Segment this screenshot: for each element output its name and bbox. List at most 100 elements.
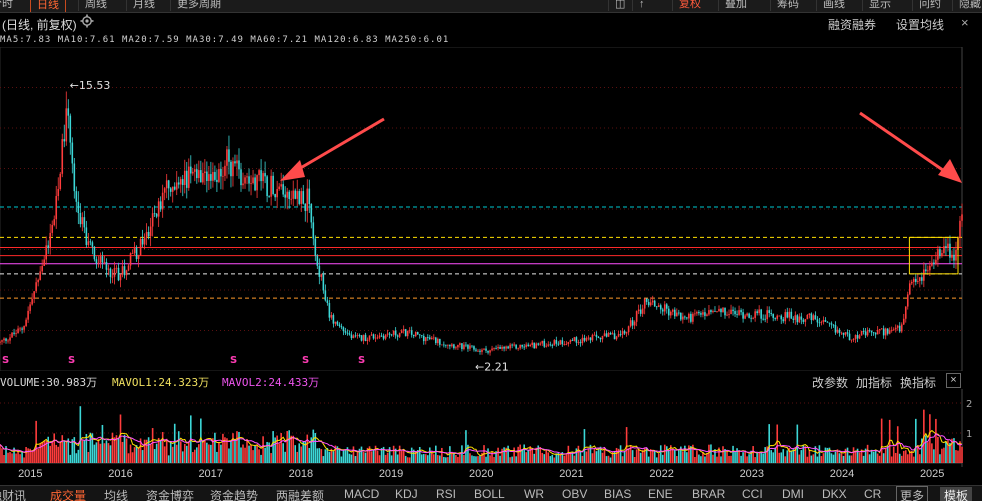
candle-body	[609, 332, 612, 335]
candle-body	[292, 190, 295, 199]
candle-body	[882, 328, 885, 336]
candle-body	[876, 330, 879, 335]
volume-bar	[240, 447, 242, 463]
candle-body	[915, 278, 917, 282]
indicator-tab-14[interactable]: BRAR	[692, 487, 725, 501]
close-icon[interactable]: ×	[961, 15, 969, 30]
volume-bar	[585, 451, 588, 463]
toolbar-item-6[interactable]: ↑	[632, 0, 651, 11]
toolbar-item-4[interactable]: 更多周期	[170, 0, 227, 11]
candle-body	[370, 334, 373, 336]
indicator-tab-13[interactable]: ENE	[648, 487, 673, 501]
indicator-tab-9[interactable]: BOLL	[474, 487, 505, 501]
candle-body	[832, 324, 835, 326]
volume-bar	[706, 453, 708, 463]
indicator-tab-5[interactable]: 两融差额	[276, 487, 324, 501]
candle-body	[937, 249, 939, 260]
candle-body	[625, 332, 628, 334]
volume-bar	[894, 452, 897, 463]
toolbar-item-11[interactable]: 显示	[862, 0, 897, 11]
volume-bar	[418, 447, 421, 463]
candle-body	[35, 282, 37, 292]
toolbar-item-7[interactable]: 复权	[672, 0, 707, 11]
indicator-tab-15[interactable]: CCI	[742, 487, 763, 501]
toolbar-item-8[interactable]: 叠加	[718, 0, 753, 11]
candle-body	[838, 329, 841, 333]
indicator-tab-8[interactable]: RSI	[436, 487, 456, 501]
volume-bar	[356, 452, 359, 463]
close-volume-icon[interactable]: ×	[946, 373, 961, 388]
set-ma-button[interactable]: 设置均线	[896, 16, 944, 33]
year-label-2019: 2019	[378, 468, 404, 480]
candle-body	[119, 274, 122, 281]
volume-bar	[613, 450, 616, 463]
candle-body	[804, 319, 807, 322]
volume-bar	[714, 449, 716, 463]
indicator-tab-16[interactable]: DMI	[782, 487, 804, 501]
indicator-tab-18[interactable]: CR	[864, 487, 881, 501]
volume-bar	[487, 448, 489, 463]
candle-body	[418, 334, 421, 336]
toolbar-item-1[interactable]: 日线	[30, 0, 66, 12]
volume-bar	[410, 447, 413, 463]
indicator-tab-10[interactable]: WR	[524, 487, 544, 501]
toolbar-item-5[interactable]: ◫	[608, 0, 631, 11]
candle-body	[380, 335, 383, 337]
candle-body	[694, 313, 696, 315]
indicator-tab-11[interactable]: OBV	[562, 487, 587, 501]
candle-body	[935, 259, 937, 264]
volume-bar	[398, 445, 401, 463]
indicator-tab-0[interactable]: 融财讯	[0, 487, 26, 501]
candle-body	[908, 283, 911, 295]
volume-bar	[222, 433, 224, 463]
volume-bar	[647, 456, 650, 463]
candle-body	[613, 333, 616, 340]
toolbar-item-2[interactable]: 周线	[78, 0, 113, 11]
indicator-tab-17[interactable]: DKX	[822, 487, 847, 501]
indicator-tab-7[interactable]: KDJ	[395, 487, 418, 501]
indicator-tab-12[interactable]: BIAS	[604, 487, 631, 501]
volume-bar	[147, 437, 150, 463]
toolbar-item-10[interactable]: 画线	[816, 0, 851, 11]
indicator-tab-1[interactable]: 成交量	[50, 487, 86, 501]
volume-bar	[262, 436, 264, 463]
indicator-tab-6[interactable]: MACD	[344, 487, 379, 501]
toolbar-item-13[interactable]: 隐藏	[952, 0, 982, 11]
gear-icon[interactable]	[80, 14, 94, 28]
volume-bar	[854, 451, 857, 463]
indicator-tab-20[interactable]: 模板	[940, 487, 973, 501]
candle-body	[507, 346, 509, 349]
margin-trading-button[interactable]: 融资融券	[828, 16, 876, 33]
toolbar-item-12[interactable]: 问约	[912, 0, 947, 11]
toolbar-item-0[interactable]: 分时	[0, 0, 19, 11]
candle-body	[627, 326, 630, 333]
indicator-tab-2[interactable]: 均线	[104, 487, 128, 501]
volume-bar	[784, 456, 787, 463]
toolbar-item-9[interactable]: 筹码	[770, 0, 805, 11]
candle-body	[75, 191, 78, 202]
candle-body	[87, 241, 90, 245]
candle-body	[296, 191, 299, 199]
volume-bar	[384, 454, 387, 463]
candle-body	[346, 332, 349, 334]
volume-bar	[822, 453, 825, 463]
candle-body	[424, 337, 427, 342]
volume-bar	[89, 432, 92, 463]
price-chart[interactable]: ←15.53 ←2.21 S S S S S	[0, 47, 982, 371]
indicator-tab-19[interactable]: 更多	[896, 486, 929, 501]
volume-bar	[51, 442, 54, 463]
indicator-tab-3[interactable]: 资金博弈	[146, 487, 194, 501]
volume-bar	[882, 453, 885, 463]
candle-body	[577, 342, 580, 344]
candle-body	[523, 346, 525, 348]
candle-body	[714, 311, 716, 312]
candle-body	[886, 328, 889, 334]
volume-bar	[143, 439, 146, 463]
toolbar-item-3[interactable]: 月线	[126, 0, 161, 11]
volume-bar	[61, 435, 64, 463]
volume-bar	[852, 447, 855, 463]
candle-body	[463, 344, 465, 350]
candle-body	[214, 172, 216, 180]
volume-chart[interactable]: 21	[0, 389, 982, 467]
indicator-tab-4[interactable]: 资金趋势	[210, 487, 258, 501]
